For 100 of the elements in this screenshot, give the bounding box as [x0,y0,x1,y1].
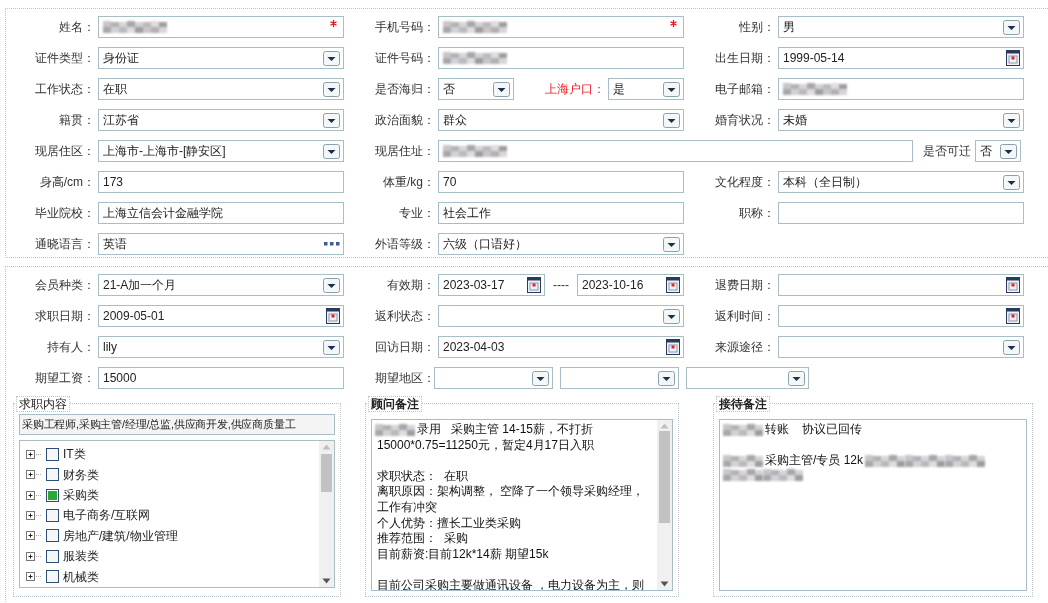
field-label: 籍贯： [58,112,96,129]
date-field[interactable]: 2023-10-16 [577,274,684,296]
checkbox[interactable] [46,508,59,522]
text-field[interactable] [438,16,684,38]
dropdown-field[interactable] [686,367,809,389]
redacted-text-drawing [103,21,167,33]
field-label: 证件号码： [374,50,436,67]
text-field[interactable]: 173 [98,171,344,193]
dropdown-field[interactable]: 否 [438,78,514,100]
text-area[interactable]: 转账 协议已回传 采购主管/专员 12k [719,419,1027,591]
field-label: 现居住区： [34,143,96,160]
dropdown-field[interactable]: lily [98,336,344,358]
checkbox[interactable] [46,468,59,482]
dropdown-field[interactable]: 男 [778,16,1024,38]
expand-icon[interactable] [26,490,42,500]
scrollbar-thumb[interactable] [321,454,332,492]
tree-item[interactable]: 电子商务/互联网 [63,506,151,525]
date-field[interactable]: 2023-03-17 [438,274,545,296]
calendar-icon [1006,277,1020,293]
note-text: 采购主管/专员 12k [764,453,864,469]
scroll-up-icon [660,423,669,429]
text-area[interactable]: 录用 采购主管 14-15薪，不打折 15000*0.75=11250元，暂定4月17日入职 求职状态： 在职 离职原因：架构调整， 空降了一个领导采购经理， 工作有冲突 个人优势：擅长工业类采购 推荐范围： 采购 目前薪资:目前12k*14薪 期望15k 目前公司采购主要做通讯设备 ，电力设备为主，则 [371,419,673,591]
dropdown-field[interactable] [434,367,553,389]
field-label: 性别： [738,19,776,36]
more-icon [324,242,340,246]
text-field[interactable]: 70 [438,171,684,193]
expand-icon[interactable] [26,572,42,582]
expand-icon[interactable] [26,510,42,520]
dropdown-field[interactable]: 本科（全日制） [778,171,1024,193]
dropdown-field[interactable]: 是 [608,78,684,100]
date-field[interactable]: 1999-05-14 [778,47,1024,69]
required-icon [330,20,337,27]
field-label: 外语等级： [374,236,436,253]
scrollbar-thumb[interactable] [659,431,670,523]
tree-item[interactable]: 房地产/建筑/物业管理 [63,526,178,545]
text-field[interactable] [778,202,1024,224]
field-label: 身高/cm： [38,174,96,191]
field-label: 回访日期： [374,339,436,356]
dropdown-field[interactable] [438,305,684,327]
expand-icon[interactable] [26,449,42,459]
field-label: 体重/kg： [382,174,436,191]
dropdown-field[interactable]: 上海市-上海市-[静安区] [98,140,344,162]
tree-item[interactable]: 机械类 [63,567,99,586]
dropdown-field[interactable]: 六级（口语好） [438,233,684,255]
field-label: 毕业院校： [34,205,96,222]
field-label: 有效期： [386,277,436,294]
calendar-icon [1006,50,1020,66]
field-label: 职称： [738,205,776,222]
dropdown-field[interactable]: 在职 [98,78,344,100]
redacted-text-drawing [723,455,763,467]
range-separator: ---- [552,277,570,294]
dropdown-field[interactable]: 江苏省 [98,109,344,131]
required-icon [670,20,677,27]
dropdown-field[interactable] [560,367,679,389]
text-field[interactable]: 上海立信会计金融学院 [98,202,344,224]
redacted-text-drawing [723,468,763,481]
lookup-field[interactable]: 英语 [98,233,344,255]
scrollbar[interactable] [319,441,334,587]
redacted-text-drawing [375,423,415,436]
text-field[interactable]: 15000 [98,367,344,389]
text-field[interactable] [438,47,684,69]
input-field[interactable]: 采购工程师,采购主管/经理/总监,供应商开发,供应商质量工 [19,414,335,435]
note-text: 录用 采购主管 14-15薪，不打折 [416,422,595,438]
tree-item[interactable]: 财务类 [63,465,99,484]
text-field[interactable] [778,78,1024,100]
checkbox[interactable] [46,570,59,584]
dropdown-field[interactable]: 身份证 [98,47,344,69]
date-field[interactable] [778,274,1024,296]
field-label: 会员种类： [34,277,96,294]
calendar-icon [527,277,541,293]
field-label: 求职日期： [34,308,96,325]
checkbox[interactable] [46,447,59,461]
expand-icon[interactable] [26,551,42,561]
field-label: 持有人： [46,339,96,356]
dropdown-field[interactable]: 21-A加一个月 [98,274,344,296]
field-label: 出生日期： [714,50,776,67]
expand-icon[interactable] [26,531,42,541]
field-label: 通晓语言： [34,236,96,253]
text-field[interactable]: 社会工作 [438,202,684,224]
redacted-text-drawing [945,455,985,467]
calendar-icon [326,308,340,324]
date-field[interactable] [778,305,1024,327]
checkbox[interactable] [46,488,59,502]
tree-item[interactable]: IT类 [63,445,86,464]
text-field[interactable] [438,140,913,162]
scroll-up-icon [322,444,331,450]
tree-item[interactable]: 服装类 [63,547,99,566]
dropdown-field[interactable] [778,336,1024,358]
scrollbar[interactable] [657,420,672,590]
field-label: 手机号码： [374,19,436,36]
tree-item[interactable]: 采购类 [63,486,99,505]
checkbox[interactable] [46,549,59,563]
expand-icon[interactable] [26,470,42,480]
dropdown-field[interactable]: 未婚 [778,109,1024,131]
date-field[interactable]: 2023-04-03 [438,336,684,358]
text-field[interactable] [98,16,344,38]
date-field[interactable]: 2009-05-01 [98,305,344,327]
dropdown-field[interactable]: 群众 [438,109,684,131]
checkbox[interactable] [46,529,59,543]
dropdown-field[interactable]: 否 [975,140,1021,162]
